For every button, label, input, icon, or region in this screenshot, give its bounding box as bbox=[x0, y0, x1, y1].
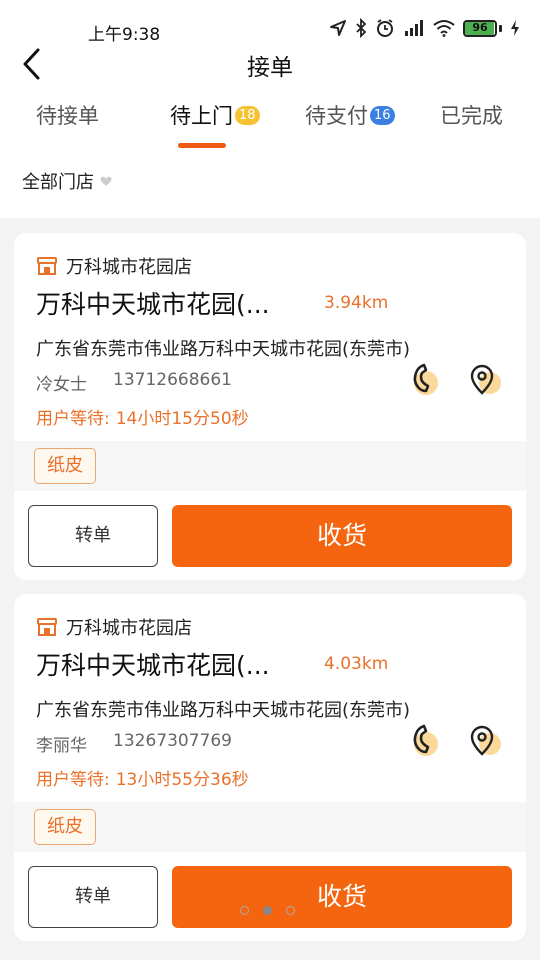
alarm-icon bbox=[377, 19, 393, 37]
card-actions: 转单 收货 bbox=[14, 491, 526, 580]
top-area: 上午9:38 96 接单 待接单 待上门 18 待支付 16 已完成 全部门店 bbox=[0, 0, 540, 218]
location-pin-icon[interactable] bbox=[466, 361, 502, 397]
contact-row: 冷女士 13712668661 bbox=[36, 370, 232, 395]
distance: 4.03km bbox=[324, 654, 389, 674]
distance: 3.94km bbox=[324, 293, 389, 313]
signal-icon bbox=[405, 20, 423, 36]
customer-phone: 13267307769 bbox=[113, 731, 232, 751]
status-time: 上午9:38 bbox=[88, 25, 161, 45]
wait-time: 14小时15分50秒 bbox=[115, 409, 249, 429]
transfer-order-button[interactable]: 转单 bbox=[28, 505, 158, 567]
page-dot-active bbox=[263, 906, 272, 915]
active-tab-indicator bbox=[178, 143, 226, 148]
battery-icon: 96 bbox=[463, 19, 502, 37]
wifi-icon bbox=[433, 20, 455, 37]
wait-label: 用户等待: bbox=[36, 409, 110, 429]
nav-bar: 接单 bbox=[0, 44, 540, 84]
tab-label: 已完成 bbox=[440, 104, 503, 128]
tab-pending-visit[interactable]: 待上门 18 bbox=[170, 100, 260, 130]
tab-completed[interactable]: 已完成 bbox=[440, 100, 503, 130]
store-icon bbox=[37, 257, 57, 275]
address-title: 万科中天城市花园(... bbox=[36, 290, 270, 319]
location-arrow-icon bbox=[330, 20, 346, 36]
tab-count-badge: 16 bbox=[370, 105, 395, 125]
tag-row: 纸皮 bbox=[14, 441, 526, 491]
full-address: 广东省东莞市伟业路万科中天城市花园(东莞市) bbox=[36, 339, 411, 360]
phone-call-icon[interactable] bbox=[404, 722, 440, 758]
store-icon bbox=[37, 618, 57, 636]
store-row: 万科城市花园店 bbox=[36, 614, 192, 640]
battery-level: 96 bbox=[472, 20, 488, 34]
wait-label: 用户等待: bbox=[36, 770, 110, 790]
tab-pending-payment[interactable]: 待支付 16 bbox=[305, 100, 395, 130]
status-icons: 96 bbox=[329, 18, 520, 38]
full-address: 广东省东莞市伟业路万科中天城市花园(东莞市) bbox=[36, 700, 411, 721]
customer-name: 李丽华 bbox=[36, 736, 87, 756]
charging-icon bbox=[511, 20, 519, 36]
wait-time: 13小时55分36秒 bbox=[115, 770, 249, 790]
contact-row: 李丽华 13267307769 bbox=[36, 731, 232, 756]
filter-row: 全部门店 bbox=[0, 162, 540, 218]
page-indicator bbox=[240, 906, 295, 915]
tab-label: 待支付 bbox=[305, 104, 368, 128]
category-tag: 纸皮 bbox=[34, 809, 96, 845]
card-actions: 转单 收货 bbox=[14, 852, 526, 941]
tab-label: 待上门 bbox=[170, 104, 233, 128]
transfer-order-button[interactable]: 转单 bbox=[28, 866, 158, 928]
page-dot bbox=[286, 906, 295, 915]
page-dot bbox=[240, 906, 249, 915]
store-filter-dropdown[interactable]: 全部门店 bbox=[22, 168, 112, 194]
category-tag: 纸皮 bbox=[34, 448, 96, 484]
customer-name: 冷女士 bbox=[36, 375, 87, 395]
store-name: 万科城市花园店 bbox=[66, 257, 192, 278]
location-pin-icon[interactable] bbox=[466, 722, 502, 758]
store-row: 万科城市花园店 bbox=[36, 253, 192, 279]
heart-dropdown-icon bbox=[100, 176, 112, 186]
page-title: 接单 bbox=[247, 55, 293, 81]
tab-label: 待接单 bbox=[36, 104, 99, 128]
wait-time-row: 用户等待: 13小时55分36秒 bbox=[36, 765, 249, 790]
wait-time-row: 用户等待: 14小时15分50秒 bbox=[36, 404, 249, 429]
store-name: 万科城市花园店 bbox=[66, 618, 192, 639]
order-card: 万科城市花园店 万科中天城市花园(... 3.94km 广东省东莞市伟业路万科中… bbox=[14, 233, 526, 580]
bluetooth-icon bbox=[356, 18, 367, 38]
phone-call-icon[interactable] bbox=[404, 361, 440, 397]
address-title: 万科中天城市花园(... bbox=[36, 651, 270, 680]
receive-goods-button[interactable]: 收货 bbox=[172, 505, 512, 567]
customer-phone: 13712668661 bbox=[113, 370, 232, 390]
tab-count-badge: 18 bbox=[235, 105, 260, 125]
order-status-tabs: 待接单 待上门 18 待支付 16 已完成 bbox=[0, 84, 540, 162]
tab-pending-accept[interactable]: 待接单 bbox=[36, 100, 99, 130]
receive-goods-button[interactable]: 收货 bbox=[172, 866, 512, 928]
tag-row: 纸皮 bbox=[14, 802, 526, 852]
store-filter-label: 全部门店 bbox=[22, 172, 94, 193]
order-card: 万科城市花园店 万科中天城市花园(... 4.03km 广东省东莞市伟业路万科中… bbox=[14, 594, 526, 941]
status-bar: 上午9:38 96 bbox=[0, 0, 540, 45]
